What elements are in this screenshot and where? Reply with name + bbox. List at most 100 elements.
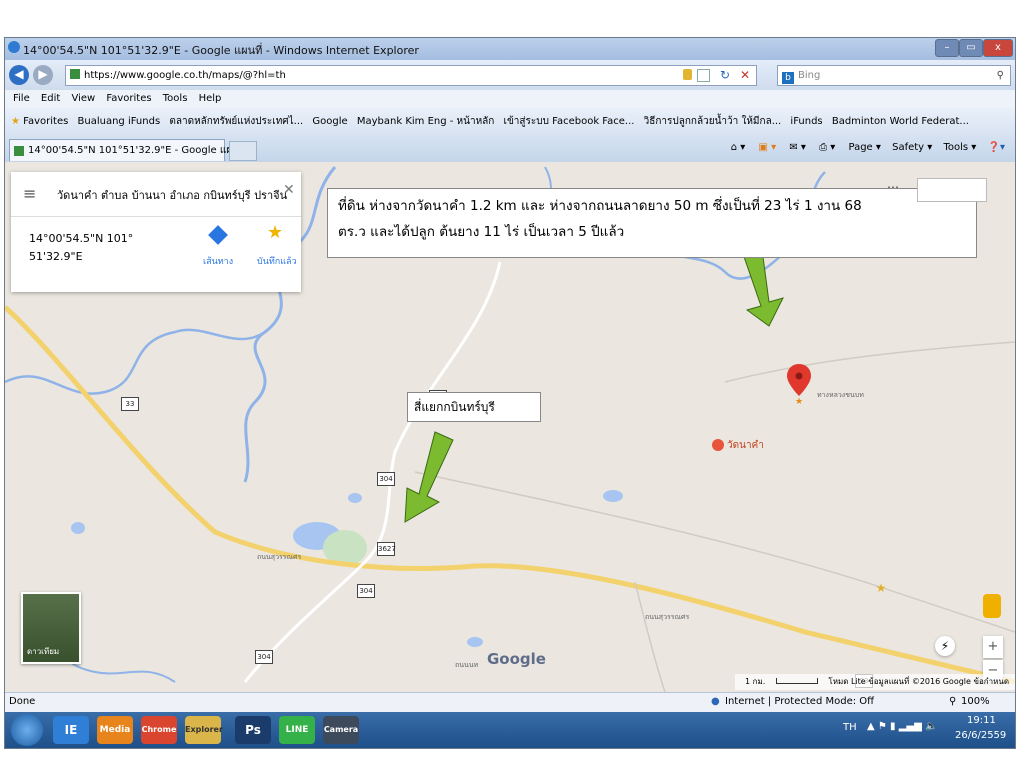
favorite-bualuang[interactable]: Bualuang iFunds xyxy=(78,108,161,136)
tab-label: 14°00'54.5"N 101°51'32.9"E - Google แผนท… xyxy=(28,145,246,156)
taskbar-photoshop-icon[interactable]: Ps xyxy=(235,716,271,744)
safety-menu[interactable]: Safety ▾ xyxy=(892,142,932,153)
taskbar-media-icon[interactable]: Media xyxy=(97,716,133,744)
bing-icon: b xyxy=(782,72,794,84)
favorite-maybank[interactable]: Maybank Kim Eng - หน้าหลัก xyxy=(357,108,495,136)
taskbar-explorer-icon[interactable]: Explorer xyxy=(185,716,223,744)
compatibility-icon[interactable] xyxy=(697,69,710,82)
annotation-line2: ตร.ว และได้ปลูก ต้นยาง 11 ไร่ เป็นเวลา 5… xyxy=(338,224,625,240)
annotation-box: ที่ดิน ห่างจากวัดนาคำ 1.2 km และ ห่างจาก… xyxy=(327,188,977,258)
menu-bar: File Edit View Favorites Tools Help xyxy=(5,90,1015,108)
window-title: 14°00'54.5"N 101°51'32.9"E - Google แผนท… xyxy=(23,44,419,57)
home-icon[interactable]: ⌂ ▾ xyxy=(731,142,746,153)
sign-in-button[interactable] xyxy=(917,178,987,202)
directions-label[interactable]: เส้นทาง xyxy=(203,254,233,268)
poi-star-icon: ★ xyxy=(876,581,887,595)
river xyxy=(5,328,266,395)
title-bar: 14°00'54.5"N 101°51'32.9"E - Google แผนท… xyxy=(5,38,1015,60)
zoom-icon[interactable]: ⚲ xyxy=(949,696,956,707)
menu-help[interactable]: Help xyxy=(199,93,222,104)
menu-view[interactable]: View xyxy=(71,93,95,104)
scale-text: 1 กม. xyxy=(745,677,766,686)
lock-icon[interactable] xyxy=(683,69,692,80)
ie-logo-icon xyxy=(8,41,20,53)
forward-button[interactable]: ▶ xyxy=(33,65,53,85)
refresh-icon[interactable]: ↻ xyxy=(720,66,730,85)
help-icon[interactable]: ❓▾ xyxy=(988,142,1005,153)
menu-favorites[interactable]: Favorites xyxy=(106,93,151,104)
menu-file[interactable]: File xyxy=(13,93,30,104)
pegman-icon[interactable] xyxy=(983,594,1001,618)
start-button[interactable] xyxy=(11,714,43,746)
coords-line1: 14°00'54.5"N 101° xyxy=(29,232,134,245)
menu-edit[interactable]: Edit xyxy=(41,93,60,104)
zoom-in-button[interactable]: + xyxy=(983,636,1003,658)
maps-favicon-icon xyxy=(14,146,24,156)
taskbar-line-icon[interactable]: LINE xyxy=(279,716,315,744)
satellite-toggle[interactable]: ดาวเทียม xyxy=(21,592,81,664)
taskbar-ie-icon[interactable]: IE xyxy=(53,716,89,744)
favorite-banana[interactable]: วิธีการปลูกกล้วยน้ำว้า ให้มีกล... xyxy=(644,108,782,136)
footer-text[interactable]: โหมด Lite ข้อมูลแผนที่ ©2016 Google ข้อก… xyxy=(828,677,1009,686)
language-indicator[interactable]: TH xyxy=(843,722,857,733)
zoom-level[interactable]: 100% xyxy=(961,696,990,707)
tray-icons[interactable]: ▲ ⚑ ▮ ▂▄▆ 🔈 xyxy=(867,721,937,732)
lake xyxy=(603,490,623,502)
route-shield: 33 xyxy=(121,397,139,411)
clock-date[interactable]: 26/6/2559 xyxy=(955,730,1006,741)
svg-text:★: ★ xyxy=(795,397,803,407)
taskbar-chrome-icon[interactable]: Chrome xyxy=(141,716,177,744)
saved-star-icon[interactable]: ★ xyxy=(267,222,283,243)
status-text: Done xyxy=(9,696,36,707)
coords-line2: 51'32.9"E xyxy=(29,250,83,263)
mail-icon[interactable]: ✉ ▾ xyxy=(789,142,806,153)
map-view[interactable]: ★ ★ 304 33 304 3627 304 304 33 ถนนสุวรรณ… xyxy=(5,162,1015,692)
place-search-text[interactable]: วัดนาคำ ตำบล บ้านนา อำเภอ กบินทร์บุรี ปร… xyxy=(57,186,287,204)
lake xyxy=(467,637,483,647)
favorite-set[interactable]: ตลาดหลักทรัพย์แห่งประเทศไ... xyxy=(169,108,303,136)
directions-icon[interactable] xyxy=(208,225,228,245)
compass-icon[interactable]: ⚡ xyxy=(935,636,955,656)
page-menu[interactable]: Page ▾ xyxy=(849,142,881,153)
search-input[interactable]: b Bing ⚲ xyxy=(777,65,1011,86)
clock-time[interactable]: 19:11 xyxy=(967,715,996,726)
maximize-button[interactable]: ▭ xyxy=(959,39,983,57)
address-toolbar: ◀ ▶ https://www.google.co.th/maps/@?hl=t… xyxy=(5,60,1015,90)
tools-menu[interactable]: Tools ▾ xyxy=(943,142,976,153)
taskbar-camera-icon[interactable]: Camera xyxy=(323,716,359,744)
favorite-badminton[interactable]: Badminton World Federat... xyxy=(832,108,969,136)
tab-current[interactable]: 14°00'54.5"N 101°51'32.9"E - Google แผนท… xyxy=(9,139,246,161)
location-pin-icon xyxy=(787,364,811,396)
apps-grid-icon[interactable]: ⋯ xyxy=(887,180,899,194)
menu-icon[interactable]: ≡ xyxy=(23,184,36,203)
temple-icon xyxy=(712,439,724,451)
search-placeholder: Bing xyxy=(798,70,821,81)
menu-tools[interactable]: Tools xyxy=(163,93,188,104)
close-button[interactable]: x xyxy=(983,39,1013,57)
stop-icon[interactable]: ✕ xyxy=(740,66,750,85)
favorite-ifunds[interactable]: iFunds xyxy=(790,108,822,136)
address-input[interactable]: https://www.google.co.th/maps/@?hl=th ↻ … xyxy=(65,65,757,86)
route-shield: 304 xyxy=(377,472,395,486)
saved-label[interactable]: บันทึกแล้ว xyxy=(257,254,297,268)
search-icon[interactable]: ⚲ xyxy=(997,66,1004,85)
new-tab-button[interactable] xyxy=(229,141,257,161)
favorites-button[interactable]: ★ Favorites xyxy=(11,108,68,136)
temple-label[interactable]: วัดนาคำ xyxy=(727,438,764,453)
close-search-icon[interactable]: ✕ xyxy=(283,182,295,198)
favorite-facebook[interactable]: เข้าสู่ระบบ Facebook Face... xyxy=(504,108,635,136)
minimize-button[interactable]: – xyxy=(935,39,959,57)
route-shield: 3627 xyxy=(377,542,396,556)
main-road xyxy=(5,305,1015,685)
road-name: ถนนสุวรรณศร xyxy=(645,613,690,621)
zone-text[interactable]: Internet | Protected Mode: Off xyxy=(725,696,874,707)
minor-road xyxy=(724,341,1015,383)
lake xyxy=(348,493,362,503)
print-icon[interactable]: ⎙ ▾ xyxy=(819,142,835,153)
feeds-icon[interactable]: ▣ ▾ xyxy=(759,142,777,153)
map-footer: 1 กม. โหมด Lite ข้อมูลแผนที่ ©2016 Googl… xyxy=(735,674,1015,690)
minor-road xyxy=(243,261,502,683)
favorite-google[interactable]: Google xyxy=(312,108,347,136)
back-button[interactable]: ◀ xyxy=(9,65,29,85)
intersection-label: สี่แยกกบินทร์บุรี xyxy=(407,392,541,422)
